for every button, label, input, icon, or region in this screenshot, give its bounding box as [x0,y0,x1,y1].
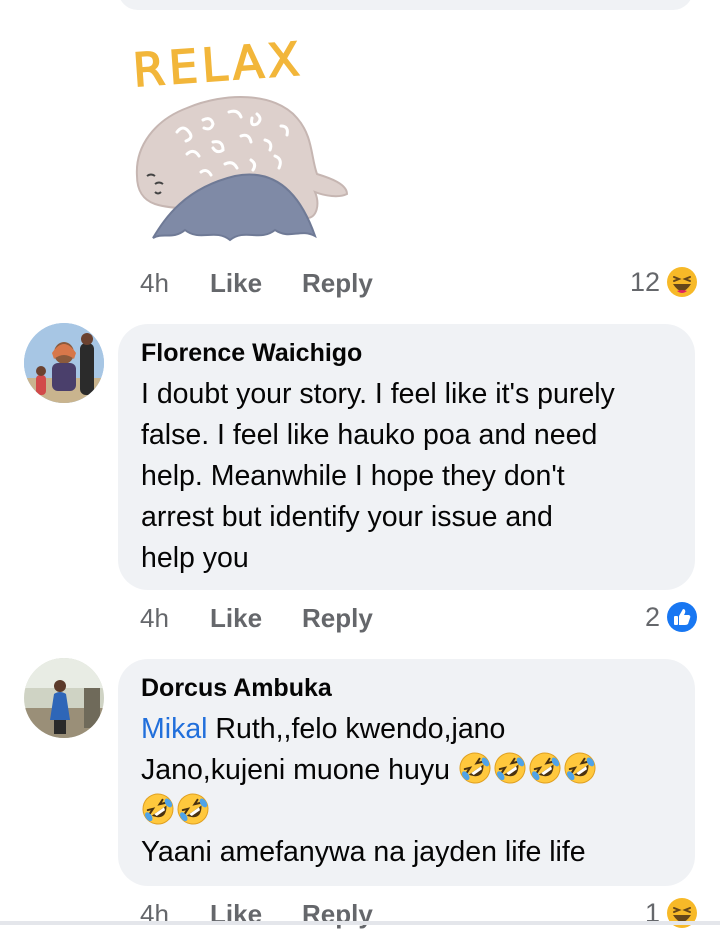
comment-line: help you [141,542,249,574]
comment-line [141,791,671,832]
rolling-laughing-emoji [563,752,598,786]
reaction-summary[interactable]: 2 [645,600,698,634]
rolling-laughing-emoji [528,752,563,786]
reaction-summary[interactable]: 12 [630,265,698,299]
comment-bubble: Florence Waichigo I doubt your story. I … [118,324,695,590]
comment-line: arrest but identify your issue and [141,501,553,533]
comment-line: Jano,kujeni muone huyu [141,750,671,791]
comment-line: I doubt your story. I feel like it's pur… [141,378,615,410]
comment-text: I doubt your story. I feel like it's pur… [141,374,671,579]
haha-icon [667,267,697,297]
relax-sticker: RELAX [125,28,355,250]
comment-line: Yaani amefanywa na jayden life life [141,836,586,868]
comment-author[interactable]: Dorcus Ambuka [141,673,671,703]
comment-actions: 4h Like Reply [140,601,373,635]
sticker-text: RELAX [131,32,305,98]
comment-time[interactable]: 4h [140,268,210,299]
comment-line: false. I feel like hauko poa and need [141,419,598,451]
previous-comment-bubble [118,0,693,10]
rolling-laughing-emoji [141,793,176,827]
reply-button[interactable]: Reply [302,603,373,634]
rolling-laughing-emoji [458,752,493,786]
comment-line: help. Meanwhile I hope they don't [141,460,565,492]
like-button[interactable]: Like [210,603,302,634]
comment-time[interactable]: 4h [140,603,210,634]
avatar[interactable] [24,658,104,738]
comment-actions: 4h Like Reply [140,897,373,931]
reaction-count: 12 [629,266,660,297]
comment-line: Mikal Ruth,,felo kwendo,jano [141,709,671,750]
rolling-laughing-emoji [176,793,211,827]
mention-link[interactable]: Mikal [141,713,208,745]
comment-line-text: Ruth,,felo kwendo,jano [207,713,506,745]
like-button[interactable]: Like [210,268,302,299]
avatar[interactable] [24,323,104,403]
comment-author[interactable]: Florence Waichigo [141,338,671,368]
comment-actions: 4h Like Reply [140,266,373,300]
reaction-count: 2 [644,601,660,632]
like-icon [667,602,697,632]
rolling-laughing-emoji [493,752,528,786]
comment-text: Mikal Ruth,,felo kwendo,jano Jano,kujeni… [141,709,671,873]
reply-button[interactable]: Reply [302,268,373,299]
comment-bubble: Dorcus Ambuka Mikal Ruth,,felo kwendo,ja… [118,659,695,886]
comment-line-text: Jano,kujeni muone huyu [141,754,458,786]
bottom-divider [0,921,720,925]
